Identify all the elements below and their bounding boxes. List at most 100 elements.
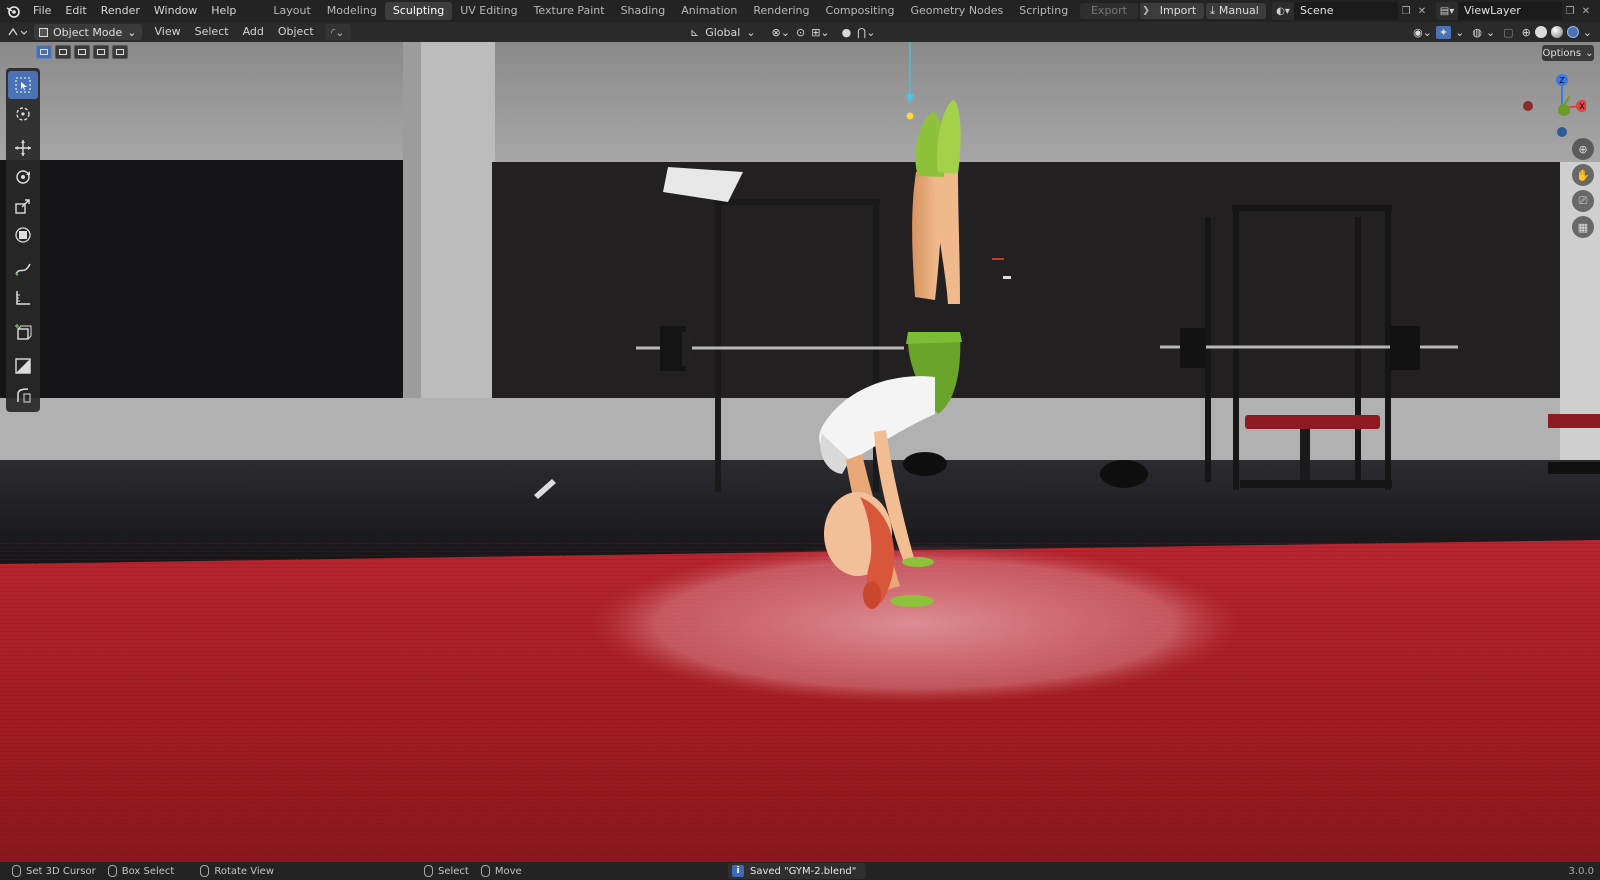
select-intersect-button[interactable] (112, 45, 128, 59)
delete-scene-icon[interactable]: ✕ (1414, 2, 1430, 20)
viewport-header: Object Mode ⌄ View Select Add Object ◜⌄ … (0, 22, 1600, 42)
tab-texture-paint[interactable]: Texture Paint (526, 2, 613, 20)
neg-x-axis-icon[interactable] (1523, 101, 1533, 111)
move-tool[interactable] (8, 134, 38, 162)
delete-view-layer-icon[interactable]: ✕ (1578, 2, 1594, 20)
tab-animation[interactable]: Animation (673, 2, 745, 20)
visibility-icon[interactable]: ◉⌄ (1413, 26, 1432, 39)
new-view-layer-icon[interactable]: ❐ (1562, 2, 1578, 20)
object-mode-dropdown[interactable]: Object Mode ⌄ (34, 24, 142, 40)
menu-file[interactable]: File (26, 0, 58, 22)
chevron-down-icon[interactable]: ⌄ (1583, 26, 1592, 39)
rendered-shading-icon[interactable] (1566, 26, 1579, 38)
ruler-icon (16, 291, 30, 305)
options-label: Options (1542, 47, 1582, 59)
solid-shading-icon[interactable] (1534, 26, 1547, 38)
menu-window[interactable]: Window (147, 0, 204, 22)
falloff-icon[interactable]: ⋂⌄ (857, 26, 875, 39)
options-dropdown[interactable]: Options ⌄ (1542, 45, 1594, 61)
menu-edit[interactable]: Edit (58, 0, 93, 22)
tab-layout[interactable]: Layout (265, 2, 318, 20)
neg-z-axis-icon[interactable] (1557, 127, 1567, 137)
tab-scripting[interactable]: Scripting (1011, 2, 1076, 20)
orientation-dropdown[interactable]: Global (705, 26, 740, 39)
annotate-tool[interactable] (8, 255, 38, 283)
import-button[interactable]: Import (1152, 3, 1204, 19)
image-tool[interactable] (8, 352, 38, 380)
snap-icon[interactable]: ⊙ (796, 26, 805, 39)
select-box-tool[interactable] (8, 71, 38, 99)
info-icon: i (732, 865, 744, 877)
tab-uv-editing[interactable]: UV Editing (452, 2, 525, 20)
select-mode-buttons (36, 45, 128, 59)
status-set-3d-cursor-label: Set 3D Cursor (26, 865, 96, 877)
add-cube-tool[interactable] (8, 318, 38, 346)
tab-compositing[interactable]: Compositing (818, 2, 903, 20)
menu-render[interactable]: Render (94, 0, 147, 22)
gesture-dropdown[interactable]: ◜⌄ (324, 24, 351, 40)
gizmo-toggle-icon[interactable]: ✦ (1435, 25, 1452, 39)
material-shading-icon[interactable] (1550, 26, 1563, 38)
pivot-icon[interactable]: ⊗⌄ (772, 26, 790, 39)
z-axis-label: Z (1559, 76, 1565, 85)
light-object[interactable] (906, 112, 914, 120)
tab-rendering[interactable]: Rendering (745, 2, 817, 20)
scene-selector: ◐▾ Scene ❐ ✕ (1272, 2, 1430, 20)
tab-shading[interactable]: Shading (613, 2, 674, 20)
mouse-right-icon (480, 865, 490, 877)
view-layer-icon[interactable]: ▤▾ (1436, 2, 1458, 20)
manual-button[interactable]: ⤓ Manual (1206, 3, 1266, 19)
select-subtract-button[interactable] (74, 45, 90, 59)
import-label: Import (1159, 4, 1197, 17)
select-invert-button[interactable] (93, 45, 109, 59)
transform-controls: ⊾ Global ⌄ ⊗⌄ ⊙ ⊞⌄ ● ⋂⌄ (690, 22, 875, 42)
menu-view[interactable]: View (148, 22, 188, 42)
blender-logo-icon[interactable] (0, 0, 26, 22)
export-button[interactable]: Export (1080, 3, 1138, 19)
bend-tool[interactable] (8, 381, 38, 409)
tab-geometry-nodes[interactable]: Geometry Nodes (902, 2, 1011, 20)
editor-type-icon[interactable] (0, 23, 34, 41)
pan-hand-icon[interactable]: ✋ (1572, 164, 1594, 186)
wireframe-shading-icon[interactable]: ⊕ (1522, 26, 1531, 39)
chevron-down-icon[interactable]: ⌄ (1455, 26, 1464, 39)
select-new-button[interactable] (36, 45, 52, 59)
menu-select[interactable]: Select (188, 22, 236, 42)
tool-shelf (6, 68, 40, 412)
select-new-icon (40, 49, 48, 55)
tab-sculpting[interactable]: Sculpting (384, 2, 453, 20)
mouse-left-icon (12, 865, 21, 877)
scene-icon[interactable]: ◐▾ (1272, 2, 1294, 20)
3d-viewport[interactable]: Options ⌄ Z X ⊕ ✋ ⎚ ▦ (0, 42, 1600, 862)
y-axis-icon[interactable] (1558, 104, 1570, 116)
image-icon (15, 358, 31, 374)
scene-name-field[interactable]: Scene (1294, 2, 1398, 20)
chevron-down-icon[interactable]: ⌄ (1486, 26, 1495, 39)
chevron-down-icon: ⌄ (127, 25, 137, 39)
menu-help[interactable]: Help (204, 0, 243, 22)
grid-view-icon[interactable]: ▦ (1572, 216, 1594, 238)
measure-tool[interactable] (8, 284, 38, 312)
transform-tool[interactable] (8, 221, 38, 249)
zoom-icon[interactable]: ⊕ (1572, 138, 1594, 160)
new-scene-icon[interactable]: ❐ (1398, 2, 1414, 20)
tab-modeling[interactable]: Modeling (319, 2, 385, 20)
select-extend-button[interactable] (55, 45, 71, 59)
scale-tool[interactable] (8, 192, 38, 220)
navigation-gizmo[interactable]: Z X (1520, 68, 1586, 140)
proportional-edit-icon[interactable]: ● (842, 26, 852, 39)
mouse-left-icon (424, 865, 433, 877)
play-icon[interactable]: ❯ (1140, 3, 1152, 19)
snap-target-icon[interactable]: ⊞⌄ (811, 26, 829, 39)
saved-notification[interactable]: i Saved "GYM-2.blend" (728, 863, 867, 879)
menu-add[interactable]: Add (236, 22, 271, 42)
cursor-tool[interactable] (8, 100, 38, 128)
menu-object[interactable]: Object (271, 22, 321, 42)
view-layer-field[interactable]: ViewLayer (1458, 2, 1562, 20)
camera-icon[interactable]: ⎚ (1572, 190, 1594, 212)
rotate-tool[interactable] (8, 163, 38, 191)
overlay-icon[interactable]: ◍ (1472, 26, 1482, 39)
xray-icon[interactable]: ▢ (1503, 26, 1513, 39)
chevron-down-icon: ⌄ (1585, 47, 1594, 59)
status-rotate-view: Rotate View (174, 865, 274, 877)
